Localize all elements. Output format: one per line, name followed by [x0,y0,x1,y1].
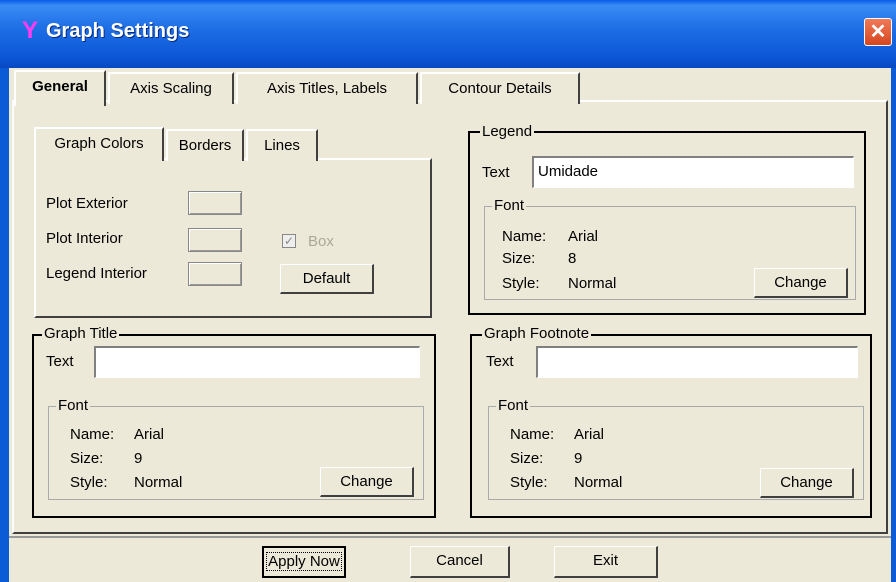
box-checkbox[interactable]: ✓ [282,234,296,248]
legend-font-style-label: Style: [502,275,540,292]
graph-footnote-font-style-label: Style: [510,474,548,491]
window-border-right [891,68,896,582]
plot-interior-color-button[interactable] [188,228,242,252]
graph-footnote-font-name-value: Arial [574,426,605,443]
graph-footnote-group-label: Graph Footnote [482,325,592,342]
graph-title-font-label: Font [56,397,91,414]
graph-footnote-font-size-value: 9 [574,450,583,467]
graph-footnote-text-label: Text [486,353,514,370]
legend-font-name-label: Name: [502,228,547,245]
legend-interior-color-button[interactable] [188,262,242,286]
legend-font-label: Font [492,197,527,214]
graph-footnote-font-style-value: Normal [574,474,623,491]
default-button[interactable]: Default [280,264,374,294]
subtab-graph-colors[interactable]: Graph Colors [34,127,164,161]
legend-font-name-value: Arial [568,228,599,245]
legend-font-size-value: 8 [568,250,577,267]
legend-font-size-label: Size: [502,250,536,267]
graph-title-font-style-value: Normal [134,474,183,491]
divider [9,536,891,538]
close-button[interactable]: ✕ [864,18,892,46]
graph-footnote-change-font-button[interactable]: Change [760,468,854,498]
graph-footnote-font-size-label: Size: [510,450,544,467]
apply-now-label: Apply Now [266,552,342,571]
graph-title-text-input[interactable] [94,346,420,378]
plot-exterior-label: Plot Exterior [46,195,128,212]
graph-footnote-font-name-label: Name: [510,426,555,443]
graph-title-font-size-value: 9 [134,450,143,467]
graph-title-group-label: Graph Title [42,325,120,342]
exit-button[interactable]: Exit [554,546,658,578]
tab-general[interactable]: General [14,70,106,106]
subtab-lines[interactable]: Lines [246,129,318,161]
tab-axis-scaling[interactable]: Axis Scaling [108,72,234,104]
legend-text-input[interactable]: Umidade [532,156,854,188]
graph-title-text-label: Text [46,353,74,370]
graph-title-font-name-value: Arial [134,426,165,443]
window-border-left [0,68,9,582]
legend-group-label: Legend [480,123,535,140]
graph-footnote-font-label: Font [496,397,531,414]
legend-text-label: Text [482,164,510,181]
graph-title-change-font-button[interactable]: Change [320,467,414,497]
tab-axis-titles-labels[interactable]: Axis Titles, Labels [236,72,418,104]
graph-footnote-text-input[interactable] [536,346,858,378]
plot-interior-label: Plot Interior [46,230,123,247]
plot-exterior-color-button[interactable] [188,191,242,215]
cancel-button[interactable]: Cancel [410,546,510,578]
apply-now-button[interactable]: Apply Now [262,546,346,578]
graph-title-font-size-label: Size: [70,450,104,467]
graph-title-font-name-label: Name: [70,426,115,443]
legend-interior-label: Legend Interior [46,265,147,282]
tab-contour-details[interactable]: Contour Details [420,72,580,104]
app-icon: Y [22,17,39,44]
legend-change-font-button[interactable]: Change [754,268,848,298]
window-title: Graph Settings [46,20,190,42]
subtab-borders[interactable]: Borders [166,129,244,161]
box-label: Box [308,233,334,250]
legend-font-style-value: Normal [568,275,617,292]
graph-title-font-style-label: Style: [70,474,108,491]
